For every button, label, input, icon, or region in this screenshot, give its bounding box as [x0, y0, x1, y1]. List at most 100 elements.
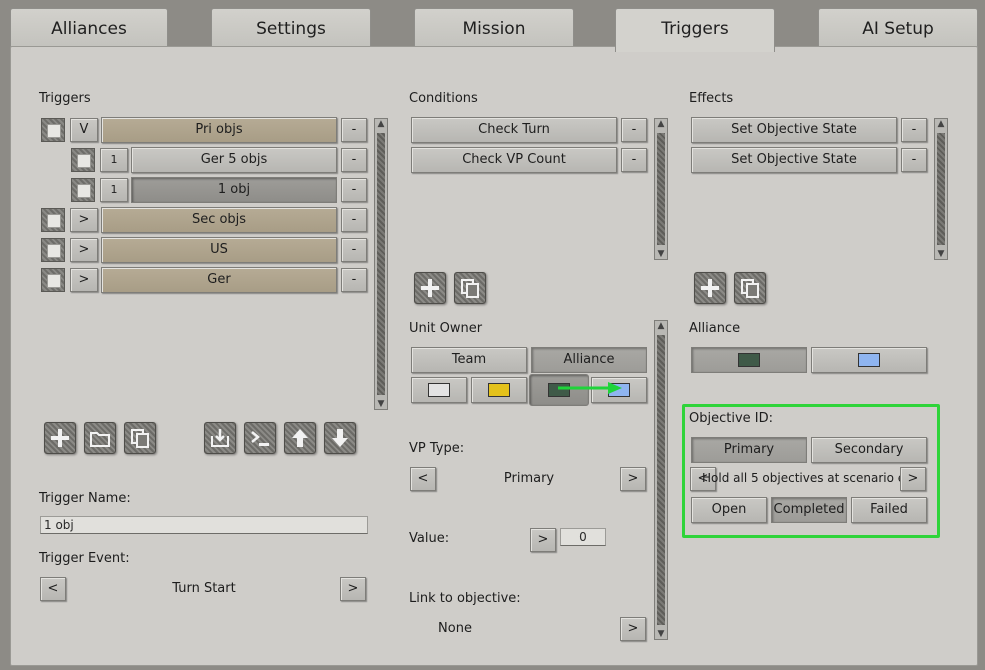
trigger-event-next-button[interactable]: > [340, 577, 366, 601]
tab-alliances[interactable]: Alliances [10, 8, 168, 48]
trigger-expand-button[interactable]: > [70, 268, 98, 292]
trigger-remove-button[interactable]: - [341, 268, 367, 292]
scroll-down-icon[interactable]: ▼ [935, 249, 947, 259]
vp-type-next-button[interactable]: > [620, 467, 646, 491]
trigger-event-label: Trigger Event: [39, 551, 130, 566]
trigger-expand-button[interactable]: V [70, 118, 98, 142]
move-up-button[interactable] [284, 422, 316, 454]
tab-triggers[interactable]: Triggers [615, 8, 775, 52]
conditions-heading: Conditions [409, 91, 478, 106]
add-icon [421, 279, 439, 297]
tab-mission[interactable]: Mission [414, 8, 574, 48]
trigger-item-us[interactable]: US [101, 237, 337, 263]
trigger-checkbox[interactable] [41, 118, 65, 142]
owner-tab-team[interactable]: Team [411, 347, 527, 373]
scroll-thumb[interactable] [377, 133, 385, 395]
scroll-down-icon[interactable]: ▼ [375, 399, 387, 409]
trigger-name-label: Trigger Name: [39, 491, 131, 506]
condition-item-check-vp-count[interactable]: Check VP Count [411, 147, 617, 173]
add-icon [51, 429, 69, 447]
add-condition-button[interactable] [414, 272, 446, 304]
scroll-up-icon[interactable]: ▲ [935, 119, 947, 129]
trigger-expand-button[interactable]: > [70, 238, 98, 262]
trigger-checkbox[interactable] [71, 178, 95, 202]
owner-color-yellow[interactable] [471, 377, 527, 403]
add-folder-button[interactable] [84, 422, 116, 454]
value-next-button[interactable]: > [530, 528, 556, 552]
trigger-remove-button[interactable]: - [341, 208, 367, 232]
trigger-checkbox[interactable] [41, 238, 65, 262]
trigger-expand-button[interactable]: > [70, 208, 98, 232]
console-button[interactable] [244, 422, 276, 454]
trigger-checkbox[interactable] [71, 148, 95, 172]
effect-item-set-objective-state[interactable]: Set Objective State [691, 117, 897, 143]
effects-heading: Effects [689, 91, 734, 106]
conditions-scrollbar[interactable]: ▲ ▼ [654, 118, 668, 260]
copy-trigger-button[interactable] [124, 422, 156, 454]
objective-highlight-box [682, 404, 940, 538]
trigger-item-pri-objs[interactable]: Pri objs [101, 117, 337, 143]
trigger-checkbox[interactable] [41, 208, 65, 232]
transition-arrow-icon [558, 382, 622, 394]
condition-item-check-turn[interactable]: Check Turn [411, 117, 617, 143]
effect-remove-button[interactable]: - [901, 148, 927, 172]
scroll-up-icon[interactable]: ▲ [375, 119, 387, 129]
triggers-heading: Triggers [39, 91, 91, 106]
copy-condition-button[interactable] [454, 272, 486, 304]
condition-remove-button[interactable]: - [621, 118, 647, 142]
scroll-thumb[interactable] [937, 133, 945, 245]
vp-type-prev-button[interactable]: < [410, 467, 436, 491]
trigger-remove-button[interactable]: - [341, 238, 367, 262]
trigger-item-ger-5-objs[interactable]: Ger 5 objs [131, 147, 337, 173]
value-label: Value: [409, 531, 450, 546]
owner-tab-alliance[interactable]: Alliance [531, 347, 647, 373]
add-trigger-button[interactable] [44, 422, 76, 454]
trigger-remove-button[interactable]: - [341, 148, 367, 172]
trigger-item-sec-objs[interactable]: Sec objs [101, 207, 337, 233]
scroll-up-icon[interactable]: ▲ [655, 321, 667, 331]
trigger-order-badge: 1 [100, 148, 128, 172]
condition-remove-button[interactable]: - [621, 148, 647, 172]
tab-settings[interactable]: Settings [211, 8, 371, 48]
unit-owner-label: Unit Owner [409, 321, 483, 336]
effect-remove-button[interactable]: - [901, 118, 927, 142]
copy-icon [131, 429, 149, 448]
copy-effect-button[interactable] [734, 272, 766, 304]
trigger-event-prev-button[interactable]: < [40, 577, 66, 601]
link-objective-next-button[interactable]: > [620, 617, 646, 641]
trigger-item-ger[interactable]: Ger [101, 267, 337, 293]
trigger-remove-button[interactable]: - [341, 178, 367, 202]
trigger-remove-button[interactable]: - [341, 118, 367, 142]
vp-type-value: Primary [503, 471, 555, 486]
vp-type-label: VP Type: [409, 441, 465, 456]
trigger-order-badge: 1 [100, 178, 128, 202]
conditions-detail-scrollbar[interactable]: ▲ ▼ [654, 320, 668, 640]
color-swatch [738, 353, 760, 367]
import-trigger-button[interactable] [204, 422, 236, 454]
tab-ai-setup[interactable]: AI Setup [818, 8, 978, 48]
trigger-item-1-obj[interactable]: 1 obj [131, 177, 337, 203]
alliance-color-dark-green[interactable] [691, 347, 807, 373]
effect-item-set-objective-state[interactable]: Set Objective State [691, 147, 897, 173]
alliance-label: Alliance [689, 321, 741, 336]
value-input[interactable]: 0 [560, 528, 606, 546]
trigger-event-value: Turn Start [172, 581, 236, 596]
color-swatch [858, 353, 880, 367]
move-down-button[interactable] [324, 422, 356, 454]
scroll-up-icon[interactable]: ▲ [655, 119, 667, 129]
owner-color-white[interactable] [411, 377, 467, 403]
add-effect-button[interactable] [694, 272, 726, 304]
trigger-checkbox[interactable] [41, 268, 65, 292]
scroll-down-icon[interactable]: ▼ [655, 249, 667, 259]
alliance-color-blue[interactable] [811, 347, 927, 373]
scroll-thumb[interactable] [657, 133, 665, 245]
import-icon [211, 429, 229, 447]
effects-scrollbar[interactable]: ▲ ▼ [934, 118, 948, 260]
triggers-scrollbar[interactable]: ▲ ▼ [374, 118, 388, 410]
scroll-down-icon[interactable]: ▼ [655, 629, 667, 639]
link-objective-value: None [438, 621, 472, 636]
trigger-name-input[interactable]: 1 obj [40, 516, 368, 534]
add-icon [701, 279, 719, 297]
arrow-down-icon [332, 429, 348, 447]
scroll-thumb[interactable] [657, 335, 665, 625]
